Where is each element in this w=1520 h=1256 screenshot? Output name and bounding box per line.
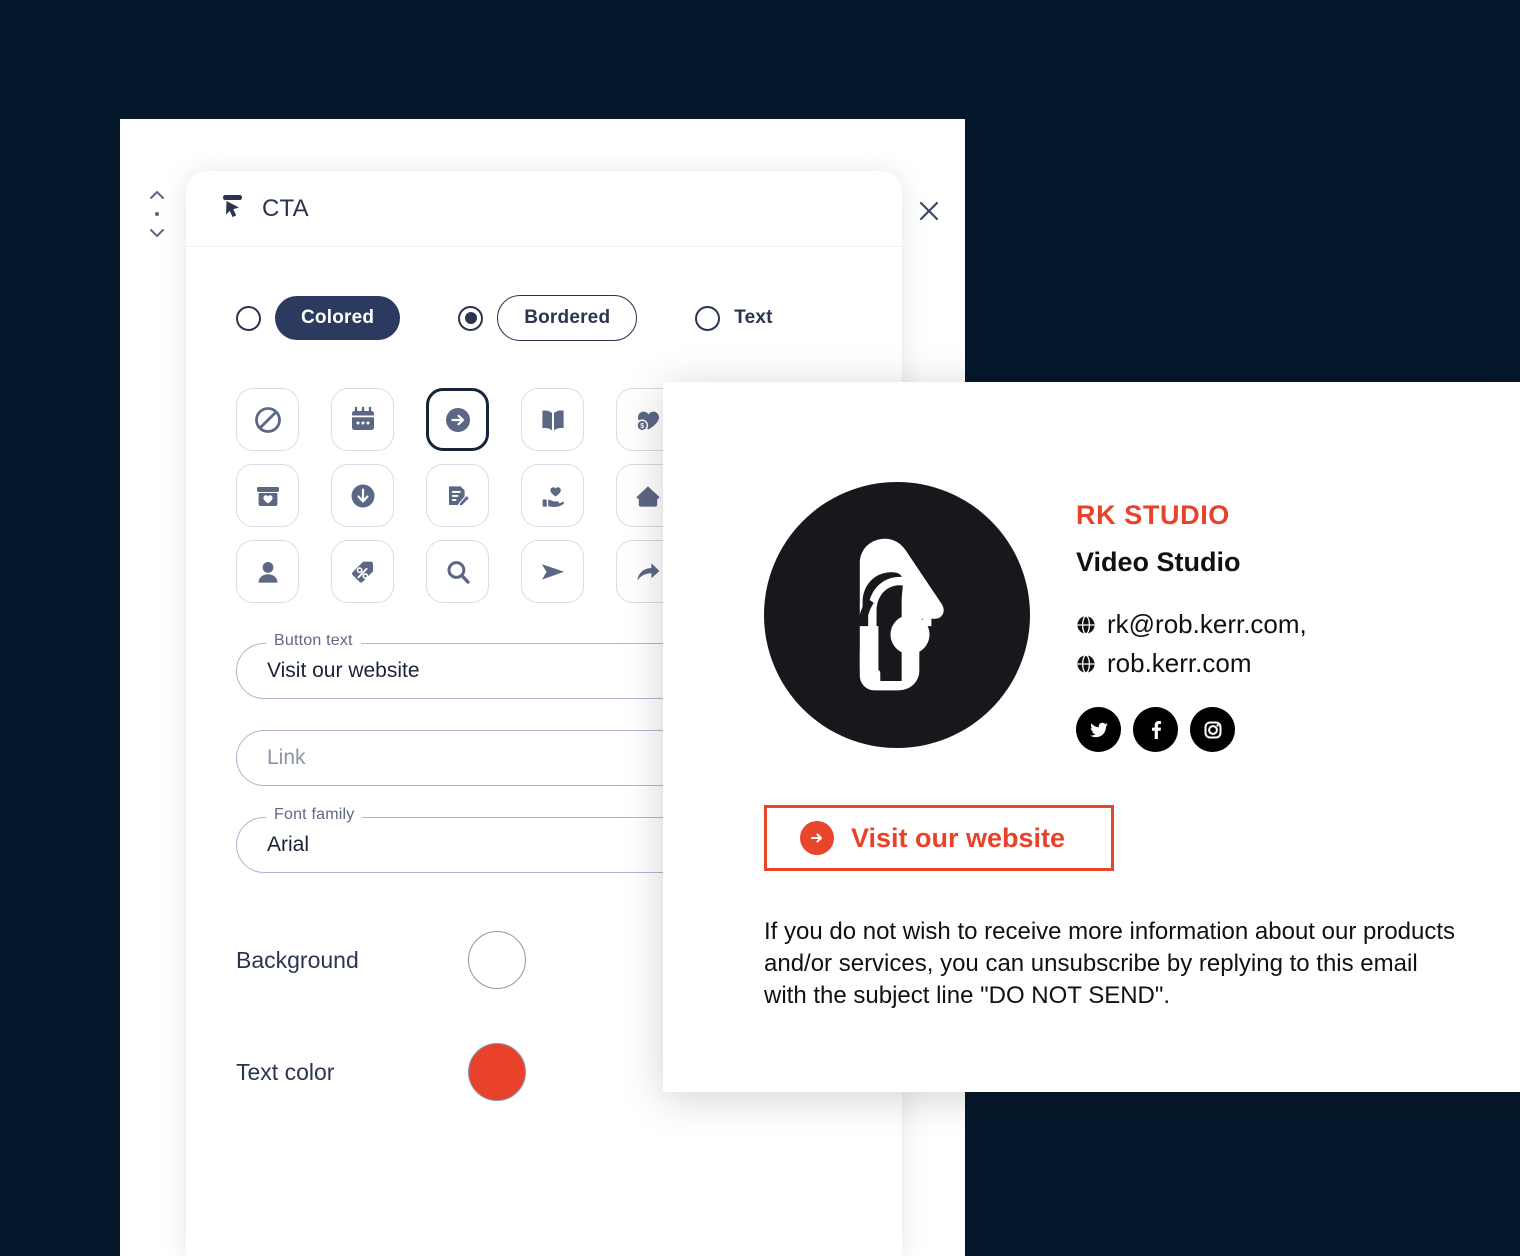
style-chip-bordered[interactable]: Bordered	[497, 295, 638, 341]
contact-website[interactable]: rob.kerr.com	[1076, 644, 1307, 683]
social-facebook[interactable]	[1133, 707, 1178, 752]
radio-colored[interactable]	[236, 305, 261, 331]
home-icon	[636, 485, 659, 507]
chevron-down-icon	[150, 229, 164, 237]
page-title: CTA	[262, 194, 309, 222]
close-button[interactable]	[915, 197, 943, 225]
brand-role: Video Studio	[1076, 547, 1241, 577]
icon-tile-box-heart[interactable]	[236, 464, 299, 527]
style-option-bordered[interactable]: Bordered	[458, 295, 638, 341]
icon-tile-send[interactable]	[521, 540, 584, 603]
person-icon	[258, 561, 277, 583]
send-icon	[541, 563, 564, 580]
globe-icon	[1077, 615, 1095, 634]
text-color-swatch[interactable]	[468, 1043, 526, 1101]
icon-tile-hand-heart[interactable]	[521, 464, 584, 527]
style-option-group: Colored Bordered Text	[186, 247, 902, 341]
drag-dot	[155, 212, 159, 216]
unsubscribe-disclaimer: If you do not wish to receive more infor…	[764, 918, 1456, 1009]
radio-dot	[464, 312, 477, 324]
cursor-pointer-icon	[220, 193, 246, 224]
no-entry-icon	[254, 406, 281, 433]
icon-tile-no-entry[interactable]	[236, 388, 299, 451]
icon-tile-calendar[interactable]	[331, 388, 394, 451]
style-chip-text[interactable]: Text	[734, 296, 772, 340]
arrow-right-circle-icon	[445, 407, 470, 432]
signature-header: RK STUDIO Video Studio rk@rob.kerr.com, …	[663, 382, 1520, 752]
headphones-profile-logo	[857, 538, 944, 691]
twitter-icon	[1089, 722, 1108, 737]
instagram-icon	[1204, 721, 1221, 738]
field-label-font-family: Font family	[266, 806, 363, 824]
style-option-text[interactable]: Text	[695, 296, 773, 340]
social-links	[1076, 707, 1307, 752]
field-label-button-text: Button text	[266, 632, 361, 650]
svg-text:$: $	[640, 423, 644, 430]
preview-cta-button[interactable]: Visit our website	[764, 805, 1114, 871]
social-twitter[interactable]	[1076, 707, 1121, 752]
icon-tile-discount-tag[interactable]	[331, 540, 394, 603]
search-icon	[446, 560, 470, 584]
contact-email-text: rk@rob.kerr.com,	[1107, 609, 1307, 639]
label-text-color: Text color	[236, 1058, 335, 1085]
email-signature-preview: RK STUDIO Video Studio rk@rob.kerr.com, …	[663, 382, 1520, 1092]
background-color-swatch[interactable]	[468, 931, 526, 989]
social-instagram[interactable]	[1190, 707, 1235, 752]
facebook-icon	[1151, 720, 1161, 739]
icon-tile-person[interactable]	[236, 540, 299, 603]
brand-name: RK STUDIO	[1076, 500, 1230, 530]
icon-tile-arrow-right-circle[interactable]	[426, 388, 489, 451]
signature-logo	[764, 482, 1030, 748]
document-edit-icon	[448, 485, 470, 507]
contact-website-text: rob.kerr.com	[1107, 648, 1252, 678]
box-heart-icon	[256, 486, 279, 506]
signature-details: RK STUDIO Video Studio rk@rob.kerr.com, …	[1076, 482, 1307, 752]
app-root: CTA Colored Bordered Text $ Button text …	[0, 0, 1520, 1256]
discount-tag-icon	[351, 561, 373, 583]
style-option-colored[interactable]: Colored	[236, 296, 401, 340]
editor-header: CTA	[186, 171, 902, 247]
arrow-right-circle-icon	[800, 821, 834, 855]
radio-text[interactable]	[695, 305, 721, 331]
globe-icon	[1077, 654, 1095, 673]
radio-bordered[interactable]	[458, 305, 484, 331]
icon-tile-download-circle[interactable]	[331, 464, 394, 527]
contact-list: rk@rob.kerr.com, rob.kerr.com	[1076, 605, 1307, 683]
icon-tile-document-edit[interactable]	[426, 464, 489, 527]
style-chip-colored[interactable]: Colored	[275, 296, 401, 340]
drag-handle[interactable]	[146, 190, 168, 238]
hand-heart-icon	[542, 486, 564, 507]
close-icon	[919, 201, 939, 221]
chevron-up-icon	[150, 191, 164, 199]
download-circle-icon	[351, 484, 374, 507]
open-book-icon	[541, 409, 564, 430]
icon-tile-open-book[interactable]	[521, 388, 584, 451]
icon-tile-search[interactable]	[426, 540, 489, 603]
preview-cta-label: Visit our website	[851, 822, 1066, 853]
calendar-icon	[351, 406, 374, 430]
label-background: Background	[236, 946, 359, 973]
contact-email[interactable]: rk@rob.kerr.com,	[1076, 605, 1307, 644]
share-arrow-icon	[636, 562, 659, 580]
heart-dollar-icon: $	[635, 411, 659, 431]
